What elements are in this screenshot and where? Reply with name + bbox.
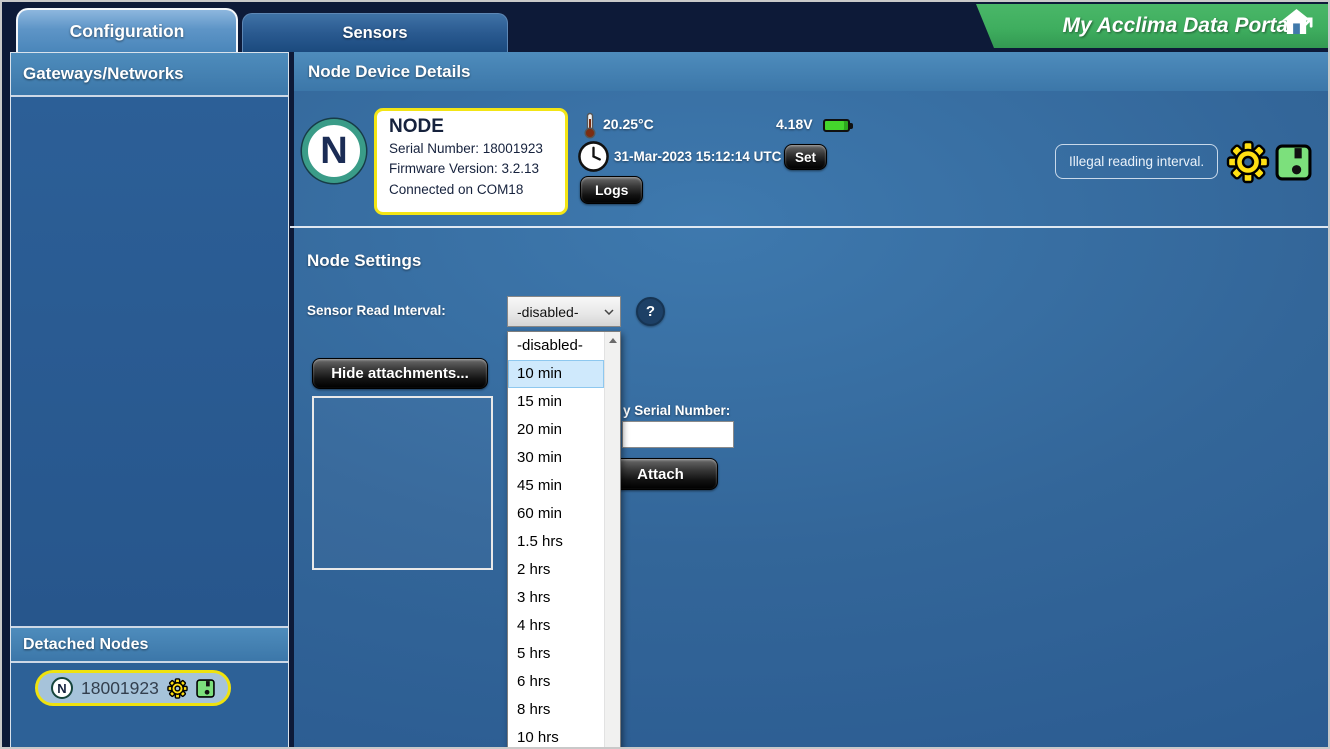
dropdown-option[interactable]: 20 min	[508, 416, 604, 444]
dropdown-option[interactable]: 8 hrs	[508, 696, 604, 724]
sidebar: Gateways/Networks Detached Nodes N 18001…	[10, 52, 289, 748]
tab-sensors[interactable]: Sensors	[242, 13, 508, 52]
gear-icon[interactable]	[1226, 140, 1270, 189]
hide-attachments-button[interactable]: Hide attachments...	[312, 358, 488, 389]
dropdown-option[interactable]: 2 hrs	[508, 556, 604, 584]
page-title: Node Device Details	[308, 62, 471, 82]
dropdown-option[interactable]: 6 hrs	[508, 668, 604, 696]
chevron-down-icon	[604, 309, 614, 315]
detached-node-item[interactable]: N 18001923	[35, 670, 231, 706]
attach-serial-label: y Serial Number:	[623, 403, 730, 418]
help-button[interactable]: ?	[636, 297, 665, 326]
section-divider	[290, 226, 1330, 228]
node-logo-icon: N	[302, 119, 366, 183]
gateways-list-panel	[11, 97, 288, 626]
status-badge: Illegal reading interval.	[1055, 144, 1218, 179]
temperature-value: 20.25°C	[603, 116, 654, 132]
dropdown-option[interactable]: 15 min	[508, 388, 604, 416]
node-id: 18001923	[81, 678, 159, 699]
home-icon[interactable]	[1281, 8, 1312, 40]
sensor-read-interval-select[interactable]: -disabled-	[507, 296, 621, 327]
device-name: NODE	[389, 116, 553, 138]
attachments-list-box	[312, 396, 493, 570]
device-firmware: Firmware Version: 3.2.13	[389, 159, 553, 179]
clock-icon	[577, 140, 610, 178]
interval-label: Sensor Read Interval:	[307, 303, 446, 318]
dropdown-scrollbar[interactable]	[604, 332, 620, 749]
battery-icon	[823, 119, 850, 132]
device-connection: Connected on COM18	[389, 180, 553, 200]
logs-button[interactable]: Logs	[580, 176, 643, 204]
gear-icon[interactable]	[167, 678, 188, 699]
dropdown-option[interactable]: 30 min	[508, 444, 604, 472]
dropdown-option[interactable]: 60 min	[508, 500, 604, 528]
dropdown-option[interactable]: 10 hrs	[508, 724, 604, 749]
set-time-button[interactable]: Set	[784, 144, 827, 170]
dropdown-option[interactable]: 10 min	[508, 360, 604, 388]
device-serial: Serial Number: 18001923	[389, 139, 553, 159]
node-icon: N	[51, 677, 73, 699]
device-info-box: NODE Serial Number: 18001923 Firmware Ve…	[374, 108, 568, 215]
scroll-up-icon[interactable]	[605, 332, 620, 349]
sidebar-header-gateways: Gateways/Networks	[11, 53, 288, 97]
dropdown-option[interactable]: 3 hrs	[508, 584, 604, 612]
app-window: Configuration Sensors My Acclima Data Po…	[0, 0, 1330, 749]
dropdown-option[interactable]: 4 hrs	[508, 612, 604, 640]
select-value: -disabled-	[517, 304, 604, 320]
sidebar-header-detached-nodes: Detached Nodes	[11, 626, 288, 663]
dropdown-option[interactable]: 5 hrs	[508, 640, 604, 668]
tab-configuration[interactable]: Configuration	[16, 8, 238, 52]
dropdown-option[interactable]: -disabled-	[508, 332, 604, 360]
serial-number-input[interactable]	[622, 421, 734, 448]
save-icon[interactable]	[196, 679, 215, 698]
datetime-value: 31-Mar-2023 15:12:14 UTC	[614, 149, 781, 164]
save-icon[interactable]	[1275, 144, 1312, 186]
interval-dropdown-list: -disabled-10 min15 min20 min30 min45 min…	[507, 331, 621, 749]
portal-link-label: My Acclima Data Portal	[1063, 14, 1294, 38]
detached-nodes-panel: N 18001923	[11, 663, 288, 747]
voltage-value: 4.18V	[776, 116, 813, 132]
dropdown-option[interactable]: 1.5 hrs	[508, 528, 604, 556]
main-panel-header: Node Device Details	[294, 52, 1330, 91]
settings-section-title: Node Settings	[307, 251, 421, 271]
dropdown-option[interactable]: 45 min	[508, 472, 604, 500]
portal-link[interactable]: My Acclima Data Portal	[976, 4, 1328, 48]
